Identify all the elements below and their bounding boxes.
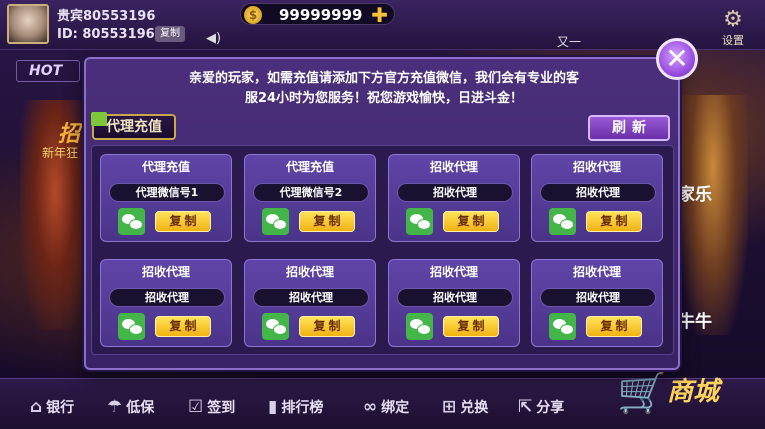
wechat-icon (406, 313, 433, 340)
copy-button[interactable]: 复制 (155, 316, 211, 337)
player-nickname: 贵宾80553196 (57, 9, 156, 24)
nav-exchange[interactable]: ⊞ 兑换 (442, 396, 488, 418)
card-title: 代理充值 (141, 160, 190, 174)
cart-icon: 🛒 (617, 370, 667, 416)
shop-button[interactable]: 🛒 商城 (615, 365, 745, 425)
link-icon: ∞ (363, 397, 378, 417)
right-banner-label-1: 家乐 (678, 185, 712, 205)
marquee-text: 又一 (557, 35, 582, 49)
wechat-id-field: 招收代理 (540, 183, 656, 202)
agent-card: 招收代理 招收代理 复制 (244, 259, 376, 347)
coin-value: 99999999 (279, 6, 363, 24)
nav-label: 兑换 (460, 400, 489, 416)
tag-label-text: 代理充值 (106, 119, 162, 135)
nav-checkin[interactable]: ☑ 签到 (188, 396, 235, 418)
tab-hot[interactable]: HOT (16, 60, 80, 82)
recharge-notice: 亲爱的玩家，如需充值请添加下方官方充值微信，我们会有专业的客 服24小时为您服务… (86, 69, 682, 109)
card-title: 招收代理 (572, 265, 621, 279)
wechat-id-field: 招收代理 (397, 183, 513, 202)
left-banner-subtitle: 新年狂 (42, 146, 79, 160)
player-id: ID: 80553196 (57, 27, 155, 42)
top-bar: 贵宾80553196 ID: 80553196 复制 $ 99999999 ✚ … (0, 0, 765, 50)
coin-balance: $ 99999999 ✚ (240, 3, 395, 27)
notice-line-1: 亲爱的玩家，如需充值请添加下方官方充值微信，我们会有专业的客 (188, 71, 579, 86)
agent-card: 招收代理 招收代理 复制 (531, 154, 663, 242)
card-title: 招收代理 (572, 160, 621, 174)
copy-button[interactable]: 复制 (299, 316, 355, 337)
bank-icon: ⌂ (30, 397, 43, 417)
nav-ranking[interactable]: ▮ 排行榜 (268, 396, 323, 418)
card-title: 代理充值 (285, 160, 334, 174)
agent-card: 招收代理 招收代理 复制 (531, 259, 663, 347)
copy-button[interactable]: 复制 (443, 316, 499, 337)
card-title: 招收代理 (429, 160, 478, 174)
card-title: 招收代理 (141, 265, 190, 279)
nav-bank[interactable]: ⌂ 银行 (30, 396, 74, 418)
agent-card: 代理充值 代理微信号2 复制 (244, 154, 376, 242)
copy-id-button[interactable]: 复制 (155, 26, 185, 42)
card-title: 招收代理 (429, 265, 478, 279)
wechat-id-field: 招收代理 (109, 288, 225, 307)
gear-icon: ⚙ (723, 7, 743, 32)
nav-label: 分享 (536, 400, 565, 416)
settings-label: 设置 (722, 34, 744, 47)
copy-button[interactable]: 复制 (299, 211, 355, 232)
copy-button[interactable]: 复制 (586, 316, 642, 337)
nav-label: 低保 (126, 400, 155, 416)
umbrella-icon: ☂ (107, 397, 123, 417)
wechat-icon (262, 313, 289, 340)
agent-card: 代理充值 代理微信号1 复制 (100, 154, 232, 242)
notice-line-2: 服24小时为您服务！祝您游戏愉快，日进斗金！ (244, 91, 524, 106)
wechat-icon (406, 208, 433, 235)
right-game-banner[interactable]: 家乐 牛牛 (678, 95, 748, 335)
refresh-button[interactable]: 刷新 (588, 115, 670, 141)
wechat-id-field: 招收代理 (397, 288, 513, 307)
wechat-icon (262, 208, 289, 235)
nav-label: 绑定 (381, 400, 410, 416)
copy-button[interactable]: 复制 (443, 211, 499, 232)
wechat-icon (118, 313, 145, 340)
wechat-icon (549, 313, 576, 340)
shop-label: 商城 (667, 377, 720, 407)
nav-bind[interactable]: ∞ 绑定 (363, 396, 409, 418)
close-button[interactable]: ✕ (656, 38, 698, 80)
share-icon: ⇱ (518, 397, 533, 417)
copy-button[interactable]: 复制 (155, 211, 211, 232)
tag-corner-icon (91, 112, 107, 126)
wechat-icon (549, 208, 576, 235)
settings-button[interactable]: ⚙ 设置 (718, 8, 748, 48)
avatar[interactable] (7, 4, 49, 44)
left-game-banner[interactable]: 招 新年狂 (20, 100, 90, 330)
add-coins-icon[interactable]: ✚ (371, 3, 388, 27)
wechat-id-field: 代理微信号2 (253, 183, 369, 202)
card-title: 招收代理 (285, 265, 334, 279)
gift-icon: ⊞ (442, 397, 457, 417)
wechat-id-field: 代理微信号1 (109, 183, 225, 202)
nav-label: 签到 (207, 400, 236, 416)
wechat-id-field: 招收代理 (540, 288, 656, 307)
nav-label: 银行 (46, 400, 75, 416)
agent-card: 招收代理 招收代理 复制 (100, 259, 232, 347)
copy-button[interactable]: 复制 (586, 211, 642, 232)
calendar-icon: ☑ (188, 397, 204, 417)
coin-icon: $ (244, 6, 262, 24)
agent-card: 招收代理 招收代理 复制 (388, 259, 520, 347)
ranking-icon: ▮ (268, 397, 278, 417)
nav-label: 排行榜 (281, 400, 324, 416)
speaker-icon: ◀) (206, 31, 222, 46)
agent-recharge-tab[interactable]: 代理充值 (91, 112, 176, 140)
wechat-id-field: 招收代理 (253, 288, 369, 307)
right-banner-label-2: 牛牛 (678, 312, 712, 332)
wechat-icon (118, 208, 145, 235)
agent-card: 招收代理 招收代理 复制 (388, 154, 520, 242)
nav-subsidy[interactable]: ☂ 低保 (107, 396, 154, 418)
nav-share[interactable]: ⇱ 分享 (518, 396, 564, 418)
